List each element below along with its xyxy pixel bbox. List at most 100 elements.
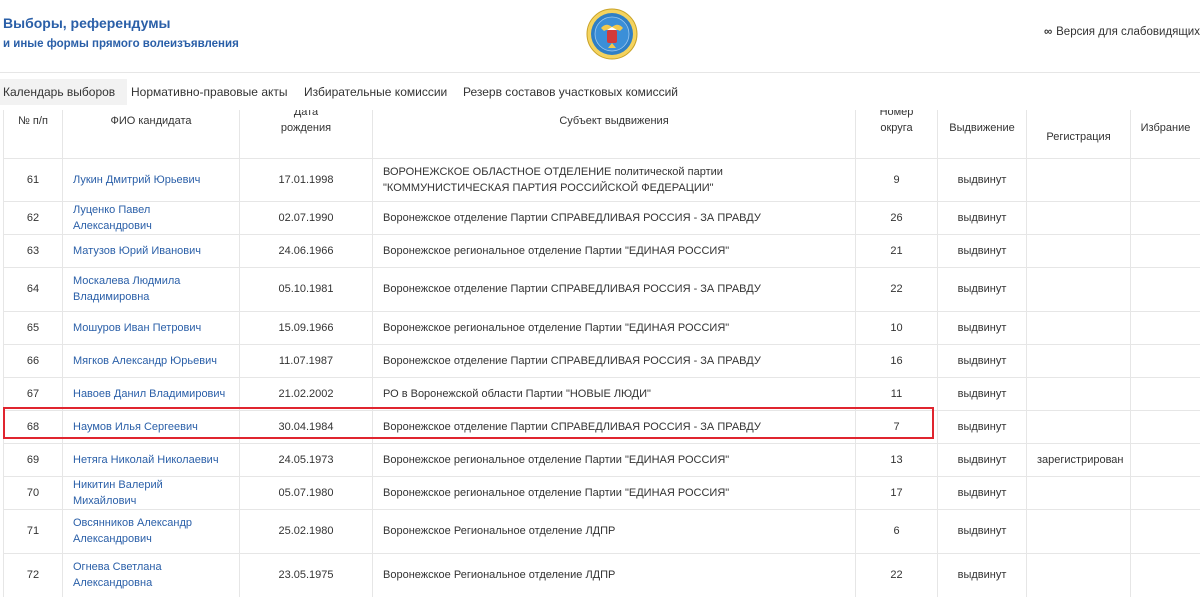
cell-fio[interactable]: Никитин Валерий Михайлович [62,475,240,510]
cell-vydvizhenie: выдвинут [937,157,1027,202]
cell-subject: Воронежское региональное отделение Парти… [372,475,856,510]
header-okrug[interactable]: Номер округа [855,110,938,159]
cell-dob: 24.06.1966 [239,233,373,268]
cell-fio[interactable]: Огнева Светлана Александровна [62,552,240,597]
header-num[interactable]: № п/п [3,110,63,159]
table-row[interactable]: 71 Овсянников Александр Александрович 25… [3,508,1200,554]
cell-okrug: 17 [855,475,938,510]
cik-emblem-icon[interactable] [586,8,638,60]
tab-legal-acts[interactable]: Нормативно-правовые акты [131,79,288,105]
cell-fio[interactable]: Москалева Людмила Владимировна [62,266,240,312]
cell-izbranie [1130,475,1200,510]
cell-fio[interactable]: Лукин Дмитрий Юрьевич [62,157,240,202]
cell-registration [1026,475,1131,510]
candidates-table-container[interactable]: № п/п ФИО кандидата Дата рождения кандид… [3,110,1200,597]
table-row[interactable]: 67 Навоев Данил Владимирович 21.02.2002 … [3,376,1200,411]
cell-fio[interactable]: Мягков Александр Юрьевич [62,343,240,378]
cell-subject: Воронежское отделение Партии СПРАВЕДЛИВА… [372,200,856,235]
cell-dob: 02.07.1990 [239,200,373,235]
cell-vydvizhenie: выдвинут [937,343,1027,378]
cell-subject: Воронежское отделение Партии СПРАВЕДЛИВА… [372,266,856,312]
site-title-line1[interactable]: Выборы, референдумы [3,14,239,32]
cell-registration: зарегистрирован [1026,442,1131,477]
cell-dob: 05.10.1981 [239,266,373,312]
cell-vydvizhenie: выдвинут [937,475,1027,510]
cell-okrug: 21 [855,233,938,268]
cell-num: 71 [3,508,63,554]
table-row[interactable]: 72 Огнева Светлана Александровна 23.05.1… [3,552,1200,597]
cell-izbranie [1130,376,1200,411]
cell-fio[interactable]: Луценко Павел Александрович [62,200,240,235]
cell-num: 65 [3,310,63,345]
table-row[interactable]: 62 Луценко Павел Александрович 02.07.199… [3,200,1200,235]
cell-registration [1026,409,1131,444]
cell-izbranie [1130,310,1200,345]
cell-registration [1026,200,1131,235]
cell-registration [1026,233,1131,268]
cell-num: 68 [3,409,63,444]
table-row[interactable]: 70 Никитин Валерий Михайлович 05.07.1980… [3,475,1200,510]
site-header: Выборы, референдумы и иные формы прямого… [0,0,1200,73]
cell-izbranie [1130,233,1200,268]
table-row[interactable]: 63 Матузов Юрий Иванович 24.06.1966 Воро… [3,233,1200,268]
cell-registration [1026,266,1131,312]
cell-subject: Воронежское региональное отделение Парти… [372,442,856,477]
cell-fio[interactable]: Мошуров Иван Петрович [62,310,240,345]
cell-okrug: 10 [855,310,938,345]
cell-fio[interactable]: Овсянников Александр Александрович [62,508,240,554]
cell-okrug: 11 [855,376,938,411]
cell-izbranie [1130,266,1200,312]
cell-okrug: 6 [855,508,938,554]
accessibility-label: Версия для слабовидящих [1056,26,1200,38]
cell-num: 70 [3,475,63,510]
table-row-highlighted[interactable]: 68 Наумов Илья Сергеевич 30.04.1984 Воро… [3,409,1200,444]
table-row[interactable]: 65 Мошуров Иван Петрович 15.09.1966 Воро… [3,310,1200,345]
table-row[interactable]: 64 Москалева Людмила Владимировна 05.10.… [3,266,1200,312]
cell-subject: Воронежское региональное отделение Парти… [372,233,856,268]
cell-subject: РО в Воронежской области Партии "НОВЫЕ Л… [372,376,856,411]
cell-okrug: 13 [855,442,938,477]
cell-dob: 23.05.1975 [239,552,373,597]
table-row[interactable]: 66 Мягков Александр Юрьевич 11.07.1987 В… [3,343,1200,378]
cell-vydvizhenie: выдвинут [937,552,1027,597]
cell-fio[interactable]: Матузов Юрий Иванович [62,233,240,268]
cell-registration [1026,343,1131,378]
cell-okrug: 26 [855,200,938,235]
cell-num: 72 [3,552,63,597]
tab-reserve[interactable]: Резерв составов участковых комиссий [463,79,678,105]
cell-vydvizhenie: выдвинут [937,266,1027,312]
cell-num: 69 [3,442,63,477]
cell-num: 63 [3,233,63,268]
cell-vydvizhenie: выдвинут [937,442,1027,477]
tab-calendar[interactable]: Календарь выборов [0,79,128,105]
cell-fio[interactable]: Наумов Илья Сергеевич [62,409,240,444]
cell-dob: 21.02.2002 [239,376,373,411]
cell-vydvizhenie: выдвинут [937,376,1027,411]
accessibility-link[interactable]: ∞ Версия для слабовидящих [1044,26,1200,38]
cell-subject: Воронежское Региональное отделение ЛДПР [372,508,856,554]
header-registration[interactable]: Регистрация [1026,110,1131,159]
cell-registration [1026,376,1131,411]
cell-dob: 25.02.1980 [239,508,373,554]
candidates-table: № п/п ФИО кандидата Дата рождения кандид… [3,110,1200,597]
table-row[interactable]: 61 Лукин Дмитрий Юрьевич 17.01.1998 ВОРО… [3,157,1200,202]
glasses-icon: ∞ [1043,26,1052,38]
header-fio[interactable]: ФИО кандидата [62,110,240,159]
cell-dob: 17.01.1998 [239,157,373,202]
table-row[interactable]: 69 Нетяга Николай Николаевич 24.05.1973 … [3,442,1200,477]
cell-fio[interactable]: Нетяга Николай Николаевич [62,442,240,477]
cell-dob: 24.05.1973 [239,442,373,477]
cell-fio[interactable]: Навоев Данил Владимирович [62,376,240,411]
cell-izbranie [1130,508,1200,554]
header-dob[interactable]: Дата рождения кандидата [239,110,373,159]
cell-registration [1026,157,1131,202]
cell-izbranie [1130,343,1200,378]
cell-subject: Воронежское отделение Партии СПРАВЕДЛИВА… [372,409,856,444]
tab-commissions[interactable]: Избирательные комиссии [304,79,447,105]
site-title-line2[interactable]: и иные формы прямого волеизъявления [3,35,239,53]
header-subject[interactable]: Субъект выдвижения [372,110,856,159]
site-title[interactable]: Выборы, референдумы и иные формы прямого… [3,14,239,53]
cell-subject: Воронежское Региональное отделение ЛДПР [372,552,856,597]
header-izbranie[interactable]: Избрание [1130,110,1200,159]
header-vydvizhenie[interactable]: Выдвижение [937,110,1027,159]
